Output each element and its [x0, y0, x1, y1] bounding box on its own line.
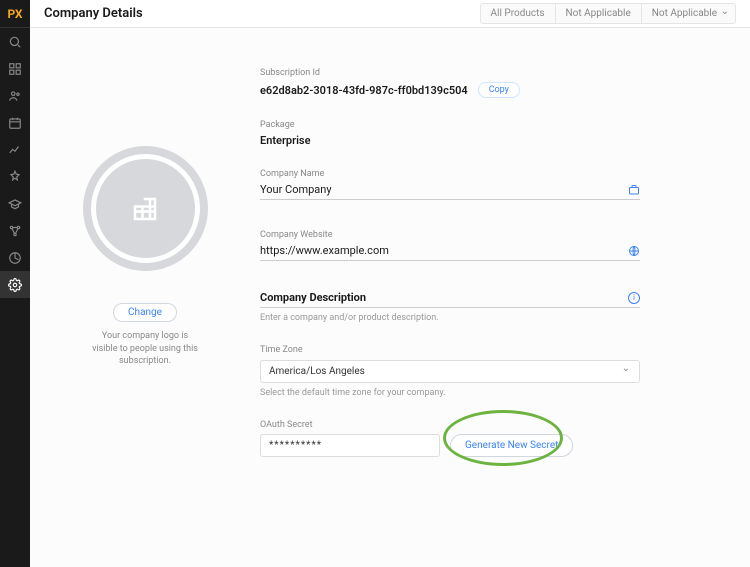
company-website-input[interactable]	[260, 244, 628, 257]
settings-icon[interactable]	[0, 271, 30, 298]
company-logo-placeholder	[83, 146, 208, 271]
globe-icon	[628, 245, 640, 257]
info-icon[interactable]: i	[628, 292, 640, 304]
timezone-helper: Select the default time zone for your co…	[260, 388, 640, 398]
header: Company Details All Products Not Applica…	[30, 0, 750, 28]
package-value: Enterprise	[260, 134, 640, 147]
description-placeholder: Enter a company and/or product descripti…	[260, 313, 640, 323]
app-logo: PX	[0, 0, 30, 28]
search-icon[interactable]	[0, 28, 30, 55]
timezone-label: Time Zone	[260, 345, 640, 355]
calendar-icon[interactable]	[0, 109, 30, 136]
subscription-id-value: e62d8ab2-3018-43fd-987c-ff0bd139c504	[260, 84, 468, 97]
logo-caption: Your company logo is visible to people u…	[90, 330, 200, 368]
briefcase-icon	[628, 184, 640, 196]
dashboard-icon[interactable]	[0, 55, 30, 82]
change-logo-button[interactable]: Change	[113, 303, 177, 322]
copy-button[interactable]: Copy	[478, 82, 520, 98]
company-name-input[interactable]	[260, 183, 628, 196]
engagement-icon[interactable]	[0, 163, 30, 190]
reports-icon[interactable]	[0, 244, 30, 271]
oauth-secret-input[interactable]	[260, 434, 440, 457]
filter-na-2[interactable]: Not Applicable	[642, 3, 736, 24]
users-icon[interactable]	[0, 82, 30, 109]
workflow-icon[interactable]	[0, 217, 30, 244]
education-icon[interactable]	[0, 190, 30, 217]
filter-na-1[interactable]: Not Applicable	[556, 3, 642, 24]
company-website-label: Company Website	[260, 230, 640, 240]
building-icon	[130, 194, 160, 224]
timezone-select[interactable]: America/Los Angeles	[260, 360, 640, 383]
page-title: Company Details	[44, 6, 143, 21]
company-description-label: Company Description	[260, 291, 366, 304]
subscription-id-label: Subscription Id	[260, 68, 640, 78]
company-name-label: Company Name	[260, 169, 640, 179]
package-label: Package	[260, 120, 640, 130]
oauth-label: OAuth Secret	[260, 420, 640, 430]
sidebar: PX	[0, 0, 30, 567]
filter-products[interactable]: All Products	[480, 3, 556, 24]
generate-secret-button[interactable]: Generate New Secret	[450, 434, 573, 457]
analytics-icon[interactable]	[0, 136, 30, 163]
